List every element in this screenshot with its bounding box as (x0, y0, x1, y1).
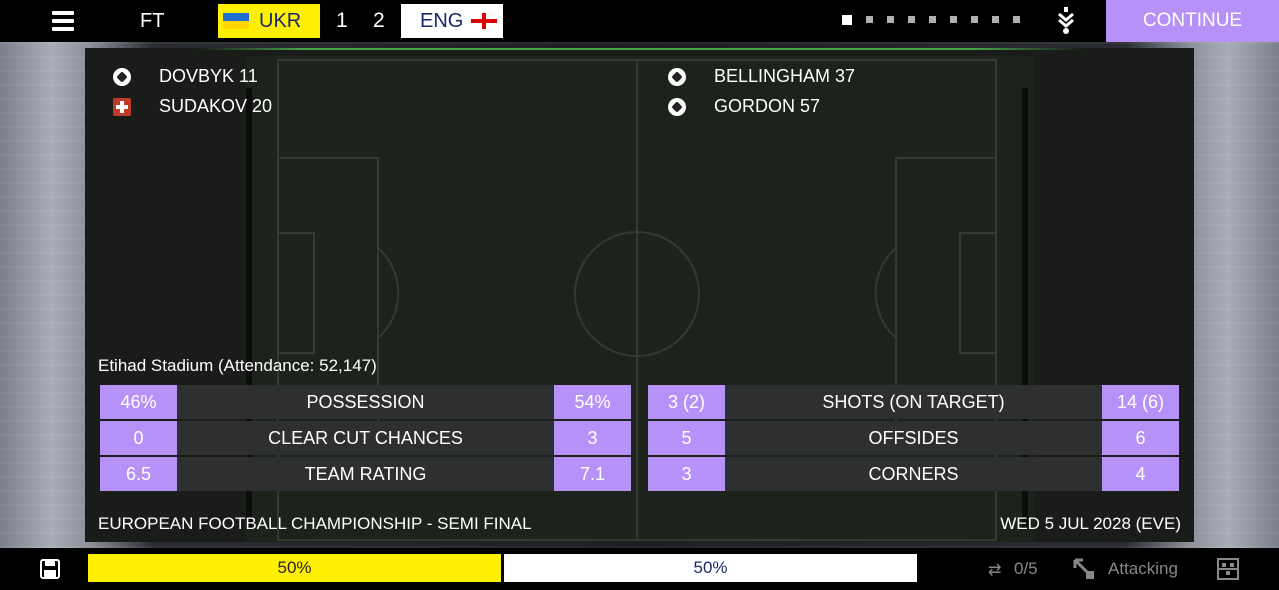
stat-row: 3 (2) SHOTS (ON TARGET) 14 (6) (648, 385, 1179, 419)
stat-row: 0 CLEAR CUT CHANCES 3 (100, 421, 631, 455)
goal-ball-icon (113, 68, 131, 86)
stat-row: 46% POSSESSION 54% (100, 385, 631, 419)
match-status: FT (140, 10, 165, 32)
substitution-icon[interactable]: ⇄ (988, 560, 1001, 580)
injury-icon (113, 98, 131, 116)
stat-home-value: 46% (100, 385, 177, 419)
top-bar: FT UKR 1 2 ENG CONTINUE (0, 0, 1279, 42)
bottom-bar: 50% 50% ⇄ 0/5 Attacking (0, 548, 1279, 590)
stat-away-value: 4 (1102, 457, 1179, 491)
save-icon[interactable] (40, 559, 60, 579)
stat-home-value: 3 (648, 457, 725, 491)
page-dot[interactable] (971, 16, 978, 23)
venue-label: Etihad Stadium (Attendance: 52,147) (98, 356, 377, 375)
goal-ball-icon (668, 98, 686, 116)
page-dot[interactable] (1013, 16, 1020, 23)
match-summary-panel: DOVBYK 11 SUDAKOV 20 BELLINGHAM 37 GORDO… (85, 48, 1194, 542)
page-dot[interactable] (842, 15, 852, 25)
event-text: SUDAKOV 20 (159, 96, 273, 116)
stats-table-right: 3 (2) SHOTS (ON TARGET) 14 (6) 5 OFFSIDE… (648, 385, 1179, 493)
panel-accent-line (85, 48, 1194, 50)
menu-icon[interactable] (52, 11, 74, 31)
stat-home-value: 6.5 (100, 457, 177, 491)
event-text: GORDON 57 (714, 96, 821, 116)
stat-label: SHOTS (ON TARGET) (725, 385, 1102, 419)
page-dot[interactable] (992, 16, 999, 23)
page-dot[interactable] (950, 16, 957, 23)
formation-icon[interactable] (1217, 558, 1239, 580)
stat-away-value: 14 (6) (1102, 385, 1179, 419)
stat-row: 5 OFFSIDES 6 (648, 421, 1179, 455)
competition-label: EUROPEAN FOOTBALL CHAMPIONSHIP - SEMI FI… (98, 514, 532, 533)
tactic-label[interactable]: Attacking (1108, 559, 1178, 579)
page-dot[interactable] (929, 16, 936, 23)
event-text: DOVBYK 11 (159, 66, 258, 86)
home-score: 1 (336, 9, 348, 32)
substitutions-count[interactable]: 0/5 (1014, 559, 1038, 579)
stat-row: 6.5 TEAM RATING 7.1 (100, 457, 631, 491)
stat-label: POSSESSION (177, 385, 554, 419)
stat-label: TEAM RATING (177, 457, 554, 491)
ukraine-flag-icon (223, 13, 249, 29)
home-team-name: UKR (259, 10, 302, 32)
stat-row: 3 CORNERS 4 (648, 457, 1179, 491)
page-dot[interactable] (866, 16, 873, 23)
stat-away-value: 6 (1102, 421, 1179, 455)
home-mentality-bar[interactable]: 50% (88, 554, 501, 582)
tactic-arrow-icon[interactable] (1073, 558, 1095, 580)
stat-label: CORNERS (725, 457, 1102, 491)
home-team-badge[interactable]: UKR (218, 4, 320, 38)
stat-label: CLEAR CUT CHANCES (177, 421, 554, 455)
event-text: BELLINGHAM 37 (714, 66, 856, 86)
match-date: WED 5 JUL 2028 (EVE) (1000, 514, 1181, 533)
stat-away-value: 54% (554, 385, 631, 419)
stat-away-value: 3 (554, 421, 631, 455)
goal-ball-icon (668, 68, 686, 86)
stat-away-value: 7.1 (554, 457, 631, 491)
stats-table-left: 46% POSSESSION 54% 0 CLEAR CUT CHANCES 3… (100, 385, 631, 493)
stat-home-value: 3 (2) (648, 385, 725, 419)
page-dot[interactable] (908, 16, 915, 23)
away-mentality-bar[interactable]: 50% (504, 554, 917, 582)
away-team-badge[interactable]: ENG (401, 4, 503, 38)
page-indicator[interactable] (842, 15, 1020, 25)
continue-button[interactable]: CONTINUE (1106, 0, 1279, 42)
away-team-name: ENG (420, 10, 464, 32)
page-dot[interactable] (887, 16, 894, 23)
stat-home-value: 0 (100, 421, 177, 455)
scroll-down-icon[interactable] (1056, 6, 1076, 36)
england-flag-icon (471, 13, 497, 29)
stat-label: OFFSIDES (725, 421, 1102, 455)
stat-home-value: 5 (648, 421, 725, 455)
away-score: 2 (373, 9, 385, 32)
